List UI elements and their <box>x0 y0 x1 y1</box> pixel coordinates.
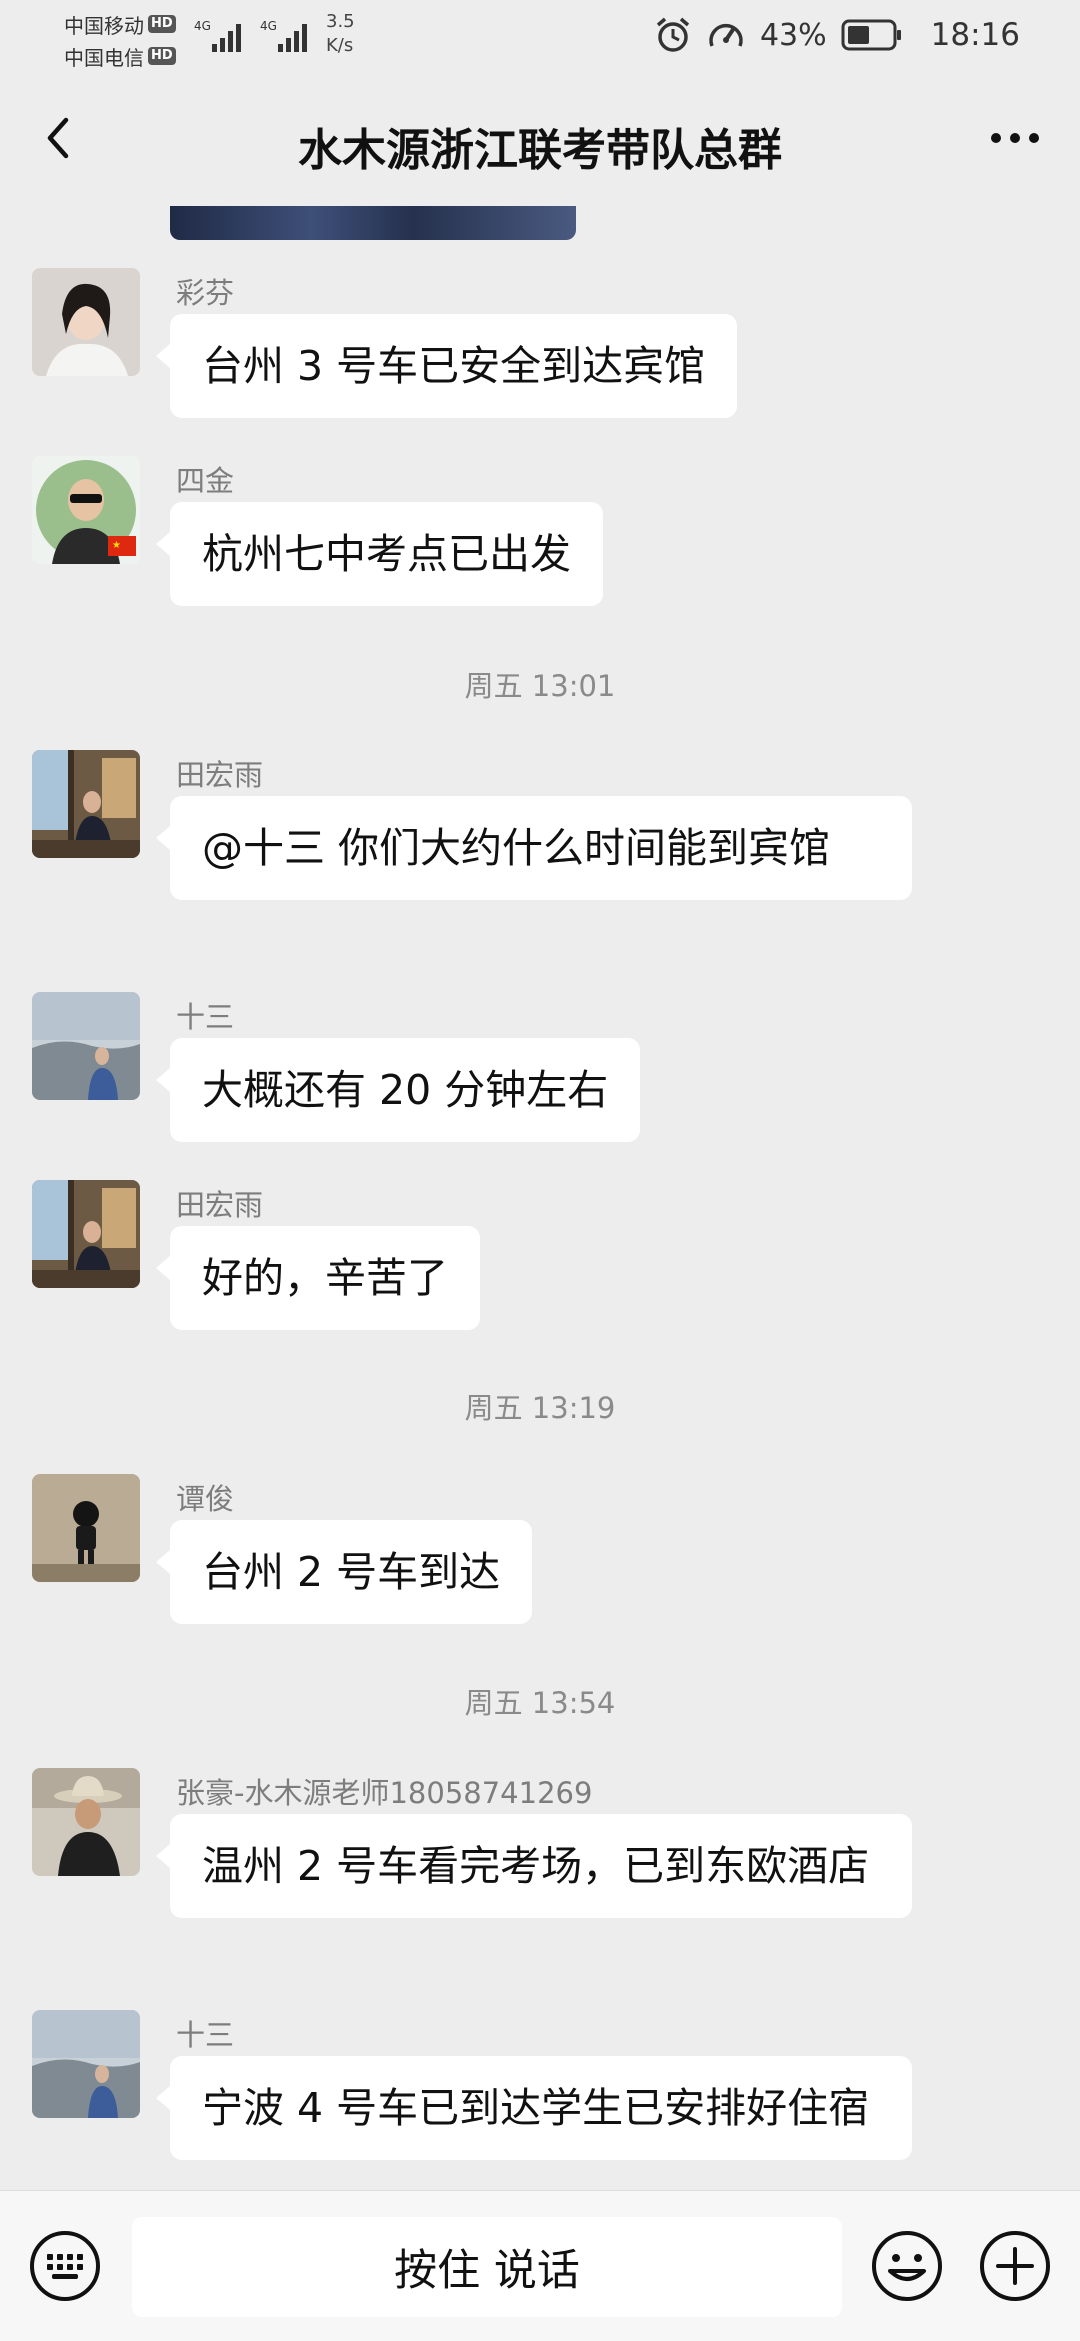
avatar-figurine-icon[interactable] <box>32 1474 140 1582</box>
signal-2-icon: 4G <box>260 19 307 52</box>
hd-badge: HD <box>148 15 176 33</box>
signal-1-icon: 4G <box>194 19 241 52</box>
message-bubble[interactable]: 温州 2 号车看完考场，已到东欧酒店 <box>156 1814 912 1918</box>
speed-value: 3.5 <box>326 11 355 32</box>
message-bubble[interactable]: 杭州七中考点已出发 <box>156 502 603 606</box>
battery-percentage: 43% <box>759 17 827 53</box>
chat-input-bar: 按住 说话 <box>0 2190 1080 2341</box>
avatar-cowboy-hat-icon[interactable] <box>32 1768 140 1876</box>
more-functions-button[interactable] <box>978 2229 1052 2303</box>
sender-name: 十三 <box>176 1000 235 1034</box>
sender-name: 田宏雨 <box>176 1188 264 1222</box>
avatar-woman-icon[interactable] <box>32 268 140 376</box>
more-options-button[interactable] <box>980 106 1050 170</box>
speed-unit: K/s <box>326 35 354 56</box>
chat-header: 水木源浙江联考带队总群 <box>0 76 1080 206</box>
more-dots-icon <box>991 133 1039 143</box>
sender-name: 十三 <box>176 2018 235 2052</box>
avatar-seaside-icon[interactable] <box>32 992 140 1100</box>
speedometer-icon <box>709 23 743 47</box>
emoji-icon <box>872 2231 942 2301</box>
svg-text:4G: 4G <box>260 19 277 33</box>
image-message-partial[interactable] <box>170 206 576 240</box>
avatar-hotel-room-icon[interactable] <box>32 750 140 858</box>
message-bubble[interactable]: 大概还有 20 分钟左右 <box>155 1038 641 1142</box>
sender-name: 谭俊 <box>176 1482 235 1516</box>
keyboard-toggle-button[interactable] <box>28 2229 102 2303</box>
timestamp: 周五 13:01 <box>464 669 616 703</box>
timestamp: 周五 13:19 <box>464 1391 616 1425</box>
sender-name: 张豪-水木源老师18058741269 <box>176 1776 593 1810</box>
carrier-1-name: 中国移动 <box>64 13 144 38</box>
alarm-icon <box>656 17 690 52</box>
emoji-button[interactable] <box>870 2229 944 2303</box>
battery-icon <box>841 19 901 51</box>
message-bubble[interactable]: 台州 2 号车到达 <box>155 1520 533 1624</box>
carrier-info: 中国移动 HD 中国电信 HD <box>64 8 176 72</box>
plus-icon <box>980 2231 1050 2301</box>
network-speed: 3.5 K/s <box>326 10 355 58</box>
message-bubble[interactable]: 台州 3 号车已安全到达宾馆 <box>155 314 738 418</box>
chat-title: 水木源浙江联考带队总群 <box>298 125 782 176</box>
sender-name: 田宏雨 <box>176 758 264 792</box>
signal-indicators: 4G 4G <box>194 16 316 56</box>
timestamp: 周五 13:54 <box>464 1686 616 1720</box>
svg-text:★: ★ <box>112 540 121 551</box>
avatar-hotel-room-icon[interactable] <box>32 1180 140 1288</box>
sender-name: 四金 <box>176 464 235 498</box>
sender-name: 彩芬 <box>176 276 235 310</box>
status-bar: 中国移动 HD 中国电信 HD 4G 4G 3.5 K/s 43% 18:16 <box>0 0 1080 76</box>
carrier-2-name: 中国电信 <box>64 45 144 70</box>
hold-to-talk-button[interactable]: 按住 说话 <box>132 2217 842 2317</box>
avatar-seaside-icon[interactable] <box>32 2010 140 2118</box>
avatar-man-sunglasses-icon[interactable]: ★ <box>32 456 140 564</box>
message-bubble[interactable]: 宁波 4 号车已到达学生已安排好住宿 <box>156 2056 912 2160</box>
svg-text:4G: 4G <box>194 19 211 33</box>
clock-time: 18:16 <box>930 17 1020 53</box>
message-bubble[interactable]: @十三 你们大约什么时间能到宾馆 <box>156 796 912 900</box>
hd-badge: HD <box>148 47 176 65</box>
keyboard-icon <box>30 2231 100 2301</box>
message-bubble[interactable]: 好的，辛苦了 <box>156 1226 480 1330</box>
message-list[interactable]: 彩芬 台州 3 号车已安全到达宾馆 ★ 四金 杭州七中考点已出发 周五 13:0… <box>0 206 1080 2190</box>
